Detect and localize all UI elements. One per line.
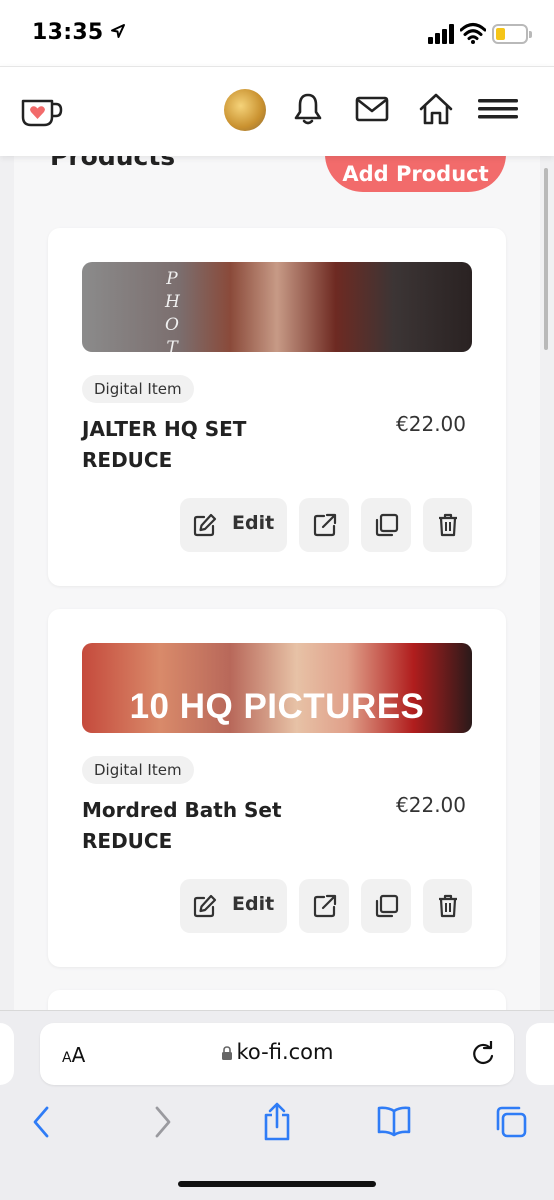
- edit-icon: [193, 513, 217, 537]
- edit-icon: [193, 894, 217, 918]
- product-type-badge: Digital Item: [82, 375, 194, 403]
- product-price: €22.00: [396, 793, 466, 817]
- copy-icon: [375, 894, 399, 918]
- status-bar: 13:35: [0, 0, 554, 66]
- edit-button[interactable]: Edit: [180, 498, 287, 552]
- external-link-icon: [313, 513, 337, 537]
- products-page: Products Add Product PHOT Digital Item J…: [14, 156, 540, 1016]
- product-title: JALTER HQ SET REDUCE: [82, 417, 247, 472]
- url-text: ko-fi.com: [40, 1040, 514, 1064]
- delete-button[interactable]: [423, 498, 472, 552]
- trash-icon: [439, 894, 457, 918]
- product-title: Mordred Bath Set REDUCE: [82, 798, 282, 853]
- product-card: PHOT Digital Item JALTER HQ SET REDUCE €…: [48, 228, 506, 586]
- product-type-badge: Digital Item: [82, 756, 194, 784]
- page-title: Products: [50, 156, 176, 171]
- back-icon[interactable]: [30, 1105, 54, 1139]
- mail-icon[interactable]: [354, 91, 390, 127]
- lock-icon: [221, 1046, 232, 1060]
- next-tab-pill[interactable]: [526, 1023, 554, 1085]
- product-image[interactable]: 10 HQ PICTURES: [82, 643, 472, 733]
- share-icon[interactable]: [262, 1101, 292, 1141]
- time-text: 13:35: [32, 20, 104, 45]
- battery-icon: [492, 24, 532, 44]
- product-card: 10 HQ PICTURES Digital Item Mordred Bath…: [48, 609, 506, 967]
- previous-tab-pill[interactable]: [0, 1023, 14, 1085]
- browser-toolbar: AAAA ko-fi.com: [0, 1010, 554, 1200]
- trash-icon: [439, 513, 457, 537]
- bookmarks-icon[interactable]: [376, 1105, 412, 1137]
- avatar[interactable]: [224, 89, 266, 131]
- signal-icon: [428, 24, 454, 44]
- address-bar[interactable]: AAAA ko-fi.com: [40, 1023, 514, 1085]
- status-time: 13:35: [32, 20, 126, 45]
- home-indicator[interactable]: [178, 1181, 376, 1187]
- product-image[interactable]: PHOT: [82, 262, 472, 352]
- kofi-cup-icon[interactable]: [20, 95, 64, 129]
- wifi-icon: [460, 23, 486, 44]
- scrollbar[interactable]: [544, 168, 548, 350]
- top-nav: [0, 66, 554, 156]
- open-product-button[interactable]: [299, 879, 349, 933]
- forward-icon[interactable]: [150, 1105, 174, 1139]
- image-caption: PHOT: [165, 269, 180, 352]
- edit-button[interactable]: Edit: [180, 879, 287, 933]
- bell-icon[interactable]: [290, 91, 326, 127]
- open-product-button[interactable]: [299, 498, 349, 552]
- reload-icon[interactable]: [470, 1041, 496, 1067]
- duplicate-button[interactable]: [361, 498, 411, 552]
- delete-button[interactable]: [423, 879, 472, 933]
- menu-icon[interactable]: [478, 91, 518, 127]
- home-icon[interactable]: [418, 91, 454, 127]
- duplicate-button[interactable]: [361, 879, 411, 933]
- copy-icon: [375, 513, 399, 537]
- add-product-button[interactable]: Add Product: [325, 156, 506, 192]
- external-link-icon: [313, 894, 337, 918]
- image-caption: 10 HQ PICTURES: [129, 687, 425, 726]
- tabs-icon[interactable]: [494, 1105, 528, 1139]
- location-arrow-icon: [110, 20, 126, 45]
- product-price: €22.00: [396, 412, 466, 436]
